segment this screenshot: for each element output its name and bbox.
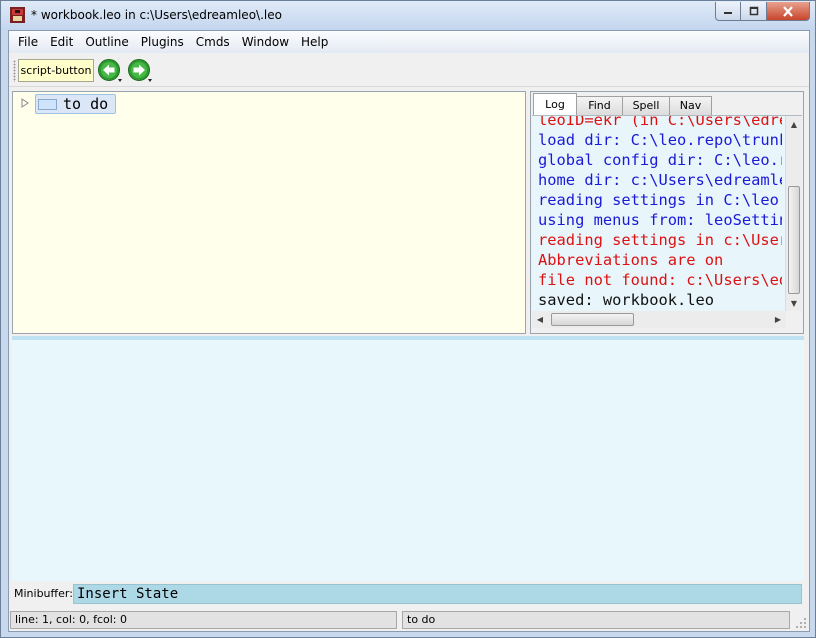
log-line: Abbreviations are on bbox=[538, 251, 724, 269]
maximize-icon bbox=[749, 6, 758, 16]
node-label: to do bbox=[63, 95, 109, 113]
scroll-thumb[interactable] bbox=[788, 186, 800, 294]
expand-arrow-icon[interactable] bbox=[20, 98, 30, 108]
minimize-button[interactable] bbox=[715, 2, 741, 21]
back-button[interactable] bbox=[97, 58, 124, 84]
log-line: reading settings in c:\Users bbox=[538, 231, 782, 249]
log-line: saved: workbook.leo bbox=[538, 291, 715, 309]
log-line: global config dir: C:\leo.re bbox=[538, 151, 782, 169]
minibuffer-input[interactable]: Insert State bbox=[73, 584, 802, 604]
status-position: line: 1, col: 0, fcol: 0 bbox=[10, 611, 397, 629]
tab-nav[interactable]: Nav bbox=[669, 96, 712, 115]
log-vertical-scrollbar[interactable]: ▲ ▼ bbox=[785, 116, 802, 311]
close-button[interactable] bbox=[767, 2, 810, 21]
log-line: using menus from: leoSettings bbox=[538, 211, 782, 229]
menu-plugins[interactable]: Plugins bbox=[135, 31, 190, 53]
minibuffer-label: Minibuffer: bbox=[14, 587, 73, 600]
close-icon bbox=[783, 5, 793, 17]
tab-spell[interactable]: Spell bbox=[622, 96, 670, 115]
menu-outline[interactable]: Outline bbox=[79, 31, 134, 53]
maximize-button[interactable] bbox=[741, 2, 767, 21]
log-tabs: Log Find Spell Nav bbox=[533, 93, 712, 115]
log-horizontal-scrollbar[interactable]: ◀ ▶ bbox=[532, 311, 786, 328]
title-bar[interactable]: * workbook.leo in c:\Users\edreamleo\.le… bbox=[1, 1, 815, 30]
outline-node-selected[interactable]: to do bbox=[35, 94, 116, 114]
status-bar: line: 1, col: 0, fcol: 0 to do bbox=[9, 609, 809, 631]
tab-find[interactable]: Find bbox=[576, 96, 623, 115]
scroll-thumb-horizontal[interactable] bbox=[551, 313, 634, 326]
back-arrow-icon bbox=[98, 59, 122, 82]
menu-window[interactable]: Window bbox=[236, 31, 295, 53]
log-line: home dir: c:\Users\edreamleo bbox=[538, 171, 782, 189]
script-button[interactable]: script-button bbox=[18, 59, 94, 82]
log-line: reading settings in C:\leo.r bbox=[538, 191, 782, 209]
menu-help[interactable]: Help bbox=[295, 31, 334, 53]
log-text-area[interactable]: leoID=ekr (in C:\Users\edream load dir: C… bbox=[532, 115, 802, 311]
scroll-right-icon[interactable]: ▶ bbox=[770, 311, 786, 328]
window-controls bbox=[715, 2, 810, 21]
resize-grip-icon[interactable] bbox=[795, 617, 807, 629]
log-lines: leoID=ekr (in C:\Users\edream load dir: C… bbox=[538, 115, 782, 310]
status-headline: to do bbox=[402, 611, 790, 629]
leo-window: * workbook.leo in c:\Users\edreamleo\.le… bbox=[0, 0, 816, 638]
leo-app-icon bbox=[10, 7, 25, 23]
tab-log[interactable]: Log bbox=[533, 93, 577, 115]
toolbar-grip[interactable] bbox=[13, 60, 16, 82]
minimize-icon bbox=[724, 12, 732, 14]
forward-arrow-icon bbox=[128, 59, 152, 82]
log-line: leoID=ekr (in C:\Users\edream bbox=[538, 115, 782, 129]
menu-edit[interactable]: Edit bbox=[44, 31, 79, 53]
body-editor[interactable] bbox=[12, 340, 804, 581]
log-line: file not found: c:\Users\edr bbox=[538, 271, 782, 289]
main-frame: File Edit Outline Plugins Cmds Window He… bbox=[8, 30, 810, 632]
forward-button[interactable] bbox=[127, 58, 154, 84]
node-icon bbox=[38, 99, 57, 110]
log-line: load dir: C:\leo.repo\trunk\le bbox=[538, 131, 782, 149]
menu-cmds[interactable]: Cmds bbox=[190, 31, 236, 53]
outline-pane[interactable]: to do bbox=[12, 91, 526, 334]
window-title: * workbook.leo in c:\Users\edreamleo\.le… bbox=[31, 8, 282, 22]
scroll-up-icon[interactable]: ▲ bbox=[786, 116, 802, 133]
menu-file[interactable]: File bbox=[12, 31, 44, 53]
icon-toolbar: script-button bbox=[9, 54, 809, 87]
scroll-down-icon[interactable]: ▼ bbox=[786, 295, 802, 311]
minibuffer: Minibuffer: Insert State bbox=[12, 583, 804, 605]
log-pane: Log Find Spell Nav leoID=ekr (in C:\User… bbox=[530, 91, 804, 334]
scroll-left-icon[interactable]: ◀ bbox=[532, 311, 548, 328]
menu-bar: File Edit Outline Plugins Cmds Window He… bbox=[9, 31, 809, 53]
